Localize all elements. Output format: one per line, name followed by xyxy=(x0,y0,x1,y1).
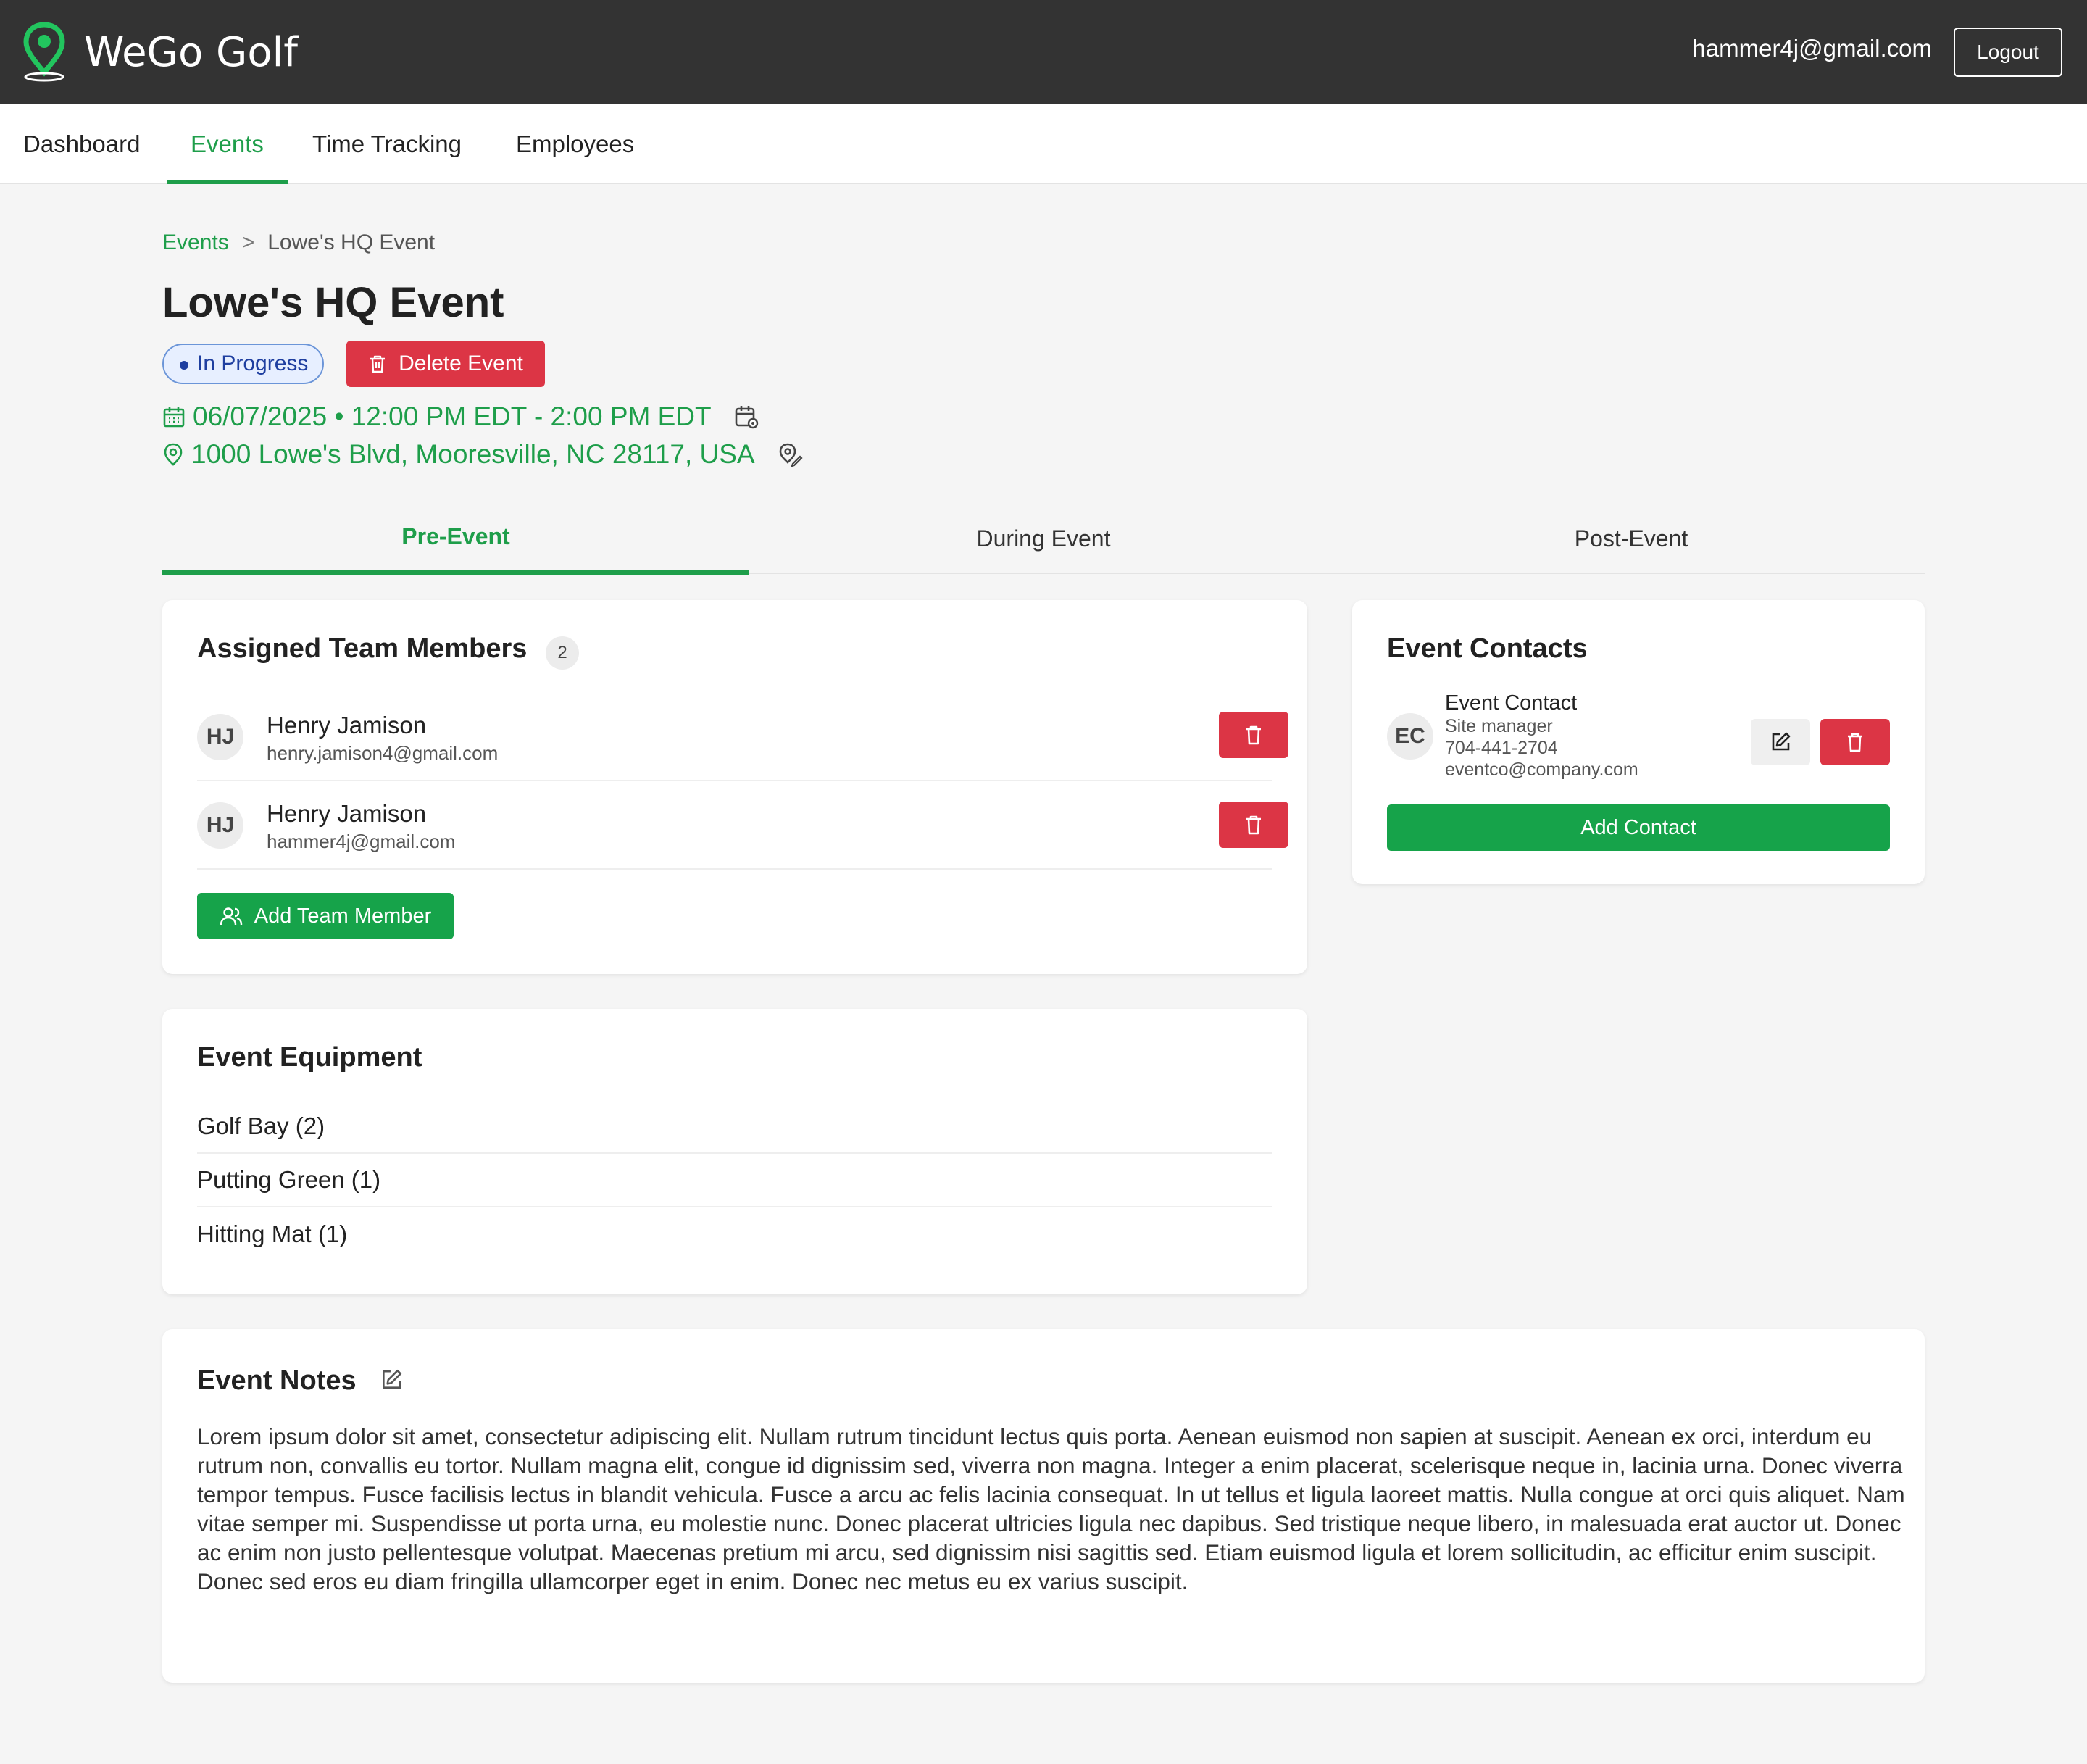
contact-name: Event Contact xyxy=(1445,691,1578,715)
nav-dashboard[interactable]: Dashboard xyxy=(23,104,140,184)
edit-contact-button[interactable] xyxy=(1751,719,1810,765)
equipment-item: Golf Bay (2) xyxy=(197,1100,1272,1154)
status-badge: In Progress xyxy=(162,344,325,384)
equipment-item: Putting Green (1) xyxy=(197,1154,1272,1207)
breadcrumb: Events > Lowe's HQ Event xyxy=(162,230,435,255)
trash-icon xyxy=(1246,725,1261,745)
app-header: WeGo Golf hammer4j@gmail.com Logout xyxy=(0,0,2087,104)
event-contacts-card: Event Contacts EC Event Contact Site man… xyxy=(1352,600,1925,884)
delete-event-label: Delete Event xyxy=(399,351,523,375)
map-pin-logo-icon xyxy=(23,22,65,82)
tab-pre-event[interactable]: Pre-Event xyxy=(162,503,749,575)
remove-member-button[interactable] xyxy=(1219,712,1288,758)
team-member-row: HJ Henry Jamison hammer4j@gmail.com xyxy=(197,781,1288,870)
add-contact-button[interactable]: Add Contact xyxy=(1387,804,1890,851)
calendar-icon xyxy=(163,407,185,428)
event-notes-card: Event Notes Lorem ipsum dolor sit amet, … xyxy=(162,1329,1925,1683)
event-equipment-title: Event Equipment xyxy=(197,1042,422,1073)
tab-post-event[interactable]: Post-Event xyxy=(1338,503,1925,574)
member-name: Henry Jamison xyxy=(267,800,427,827)
event-datetime: 06/07/2025 • 12:00 PM EDT - 2:00 PM EDT xyxy=(193,402,712,431)
remove-member-button[interactable] xyxy=(1219,802,1288,848)
location-edit-icon[interactable] xyxy=(777,441,803,467)
nav-events[interactable]: Events xyxy=(167,104,288,184)
page-title: Lowe's HQ Event xyxy=(162,279,504,326)
calendar-settings-icon[interactable] xyxy=(733,404,759,430)
nav-time-tracking[interactable]: Time Tracking xyxy=(312,104,462,184)
equipment-item: Hitting Mat (1) xyxy=(197,1220,348,1247)
nav-employees[interactable]: Employees xyxy=(516,104,634,184)
add-team-member-label: Add Team Member xyxy=(254,904,432,928)
edit-icon xyxy=(1772,732,1791,751)
main-nav: Dashboard Events Time Tracking Employees xyxy=(0,104,2087,184)
contact-email: eventco@company.com xyxy=(1445,760,1638,780)
breadcrumb-separator: > xyxy=(241,230,255,254)
member-email: henry.jamison4@gmail.com xyxy=(267,742,499,764)
avatar: EC xyxy=(1387,713,1433,760)
trash-icon xyxy=(1246,815,1261,835)
event-tabs: Pre-Event During Event Post-Event xyxy=(162,503,1925,575)
event-contacts-title: Event Contacts xyxy=(1387,633,1588,664)
event-equipment-card: Event Equipment Golf Bay (2) Putting Gre… xyxy=(162,1009,1307,1294)
event-address-row: 1000 Lowe's Blvd, Mooresville, NC 28117,… xyxy=(162,439,810,470)
breadcrumb-current: Lowe's HQ Event xyxy=(267,230,436,254)
trash-icon xyxy=(1848,733,1862,752)
brand-name: WeGo Golf xyxy=(84,28,298,76)
contact-phone: 704-441-2704 xyxy=(1445,738,1558,758)
avatar: HJ xyxy=(197,714,243,760)
users-icon xyxy=(220,907,242,925)
event-address: 1000 Lowe's Blvd, Mooresville, NC 28117,… xyxy=(191,439,755,469)
logout-button[interactable]: Logout xyxy=(1954,28,2062,77)
add-team-member-button[interactable]: Add Team Member xyxy=(197,893,454,939)
delete-event-button[interactable]: Delete Event xyxy=(346,341,545,387)
delete-contact-button[interactable] xyxy=(1820,719,1890,765)
trash-icon xyxy=(370,355,386,373)
edit-notes-icon[interactable] xyxy=(380,1368,403,1391)
team-members-card: Assigned Team Members 2 HJ Henry Jamison… xyxy=(162,600,1307,974)
brand[interactable]: WeGo Golf xyxy=(22,20,298,84)
breadcrumb-events-link[interactable]: Events xyxy=(162,230,229,255)
team-members-title: Assigned Team Members xyxy=(197,633,528,664)
user-email: hammer4j@gmail.com xyxy=(1692,35,1932,62)
member-name: Henry Jamison xyxy=(267,712,427,739)
team-count-badge: 2 xyxy=(546,636,579,670)
tab-during-event[interactable]: During Event xyxy=(750,503,1337,574)
avatar: HJ xyxy=(197,802,243,849)
event-datetime-row: 06/07/2025 • 12:00 PM EDT - 2:00 PM EDT xyxy=(162,402,767,432)
event-notes-title: Event Notes xyxy=(197,1365,357,1396)
location-pin-icon xyxy=(164,443,183,466)
member-email: hammer4j@gmail.com xyxy=(267,831,456,852)
contact-role: Site manager xyxy=(1445,716,1553,736)
event-notes-text: Lorem ipsum dolor sit amet, consectetur … xyxy=(197,1423,1905,1594)
status-label: In Progress xyxy=(197,351,309,375)
team-member-row: HJ Henry Jamison henry.jamison4@gmail.co… xyxy=(197,693,1288,781)
status-dot-icon xyxy=(180,361,188,370)
